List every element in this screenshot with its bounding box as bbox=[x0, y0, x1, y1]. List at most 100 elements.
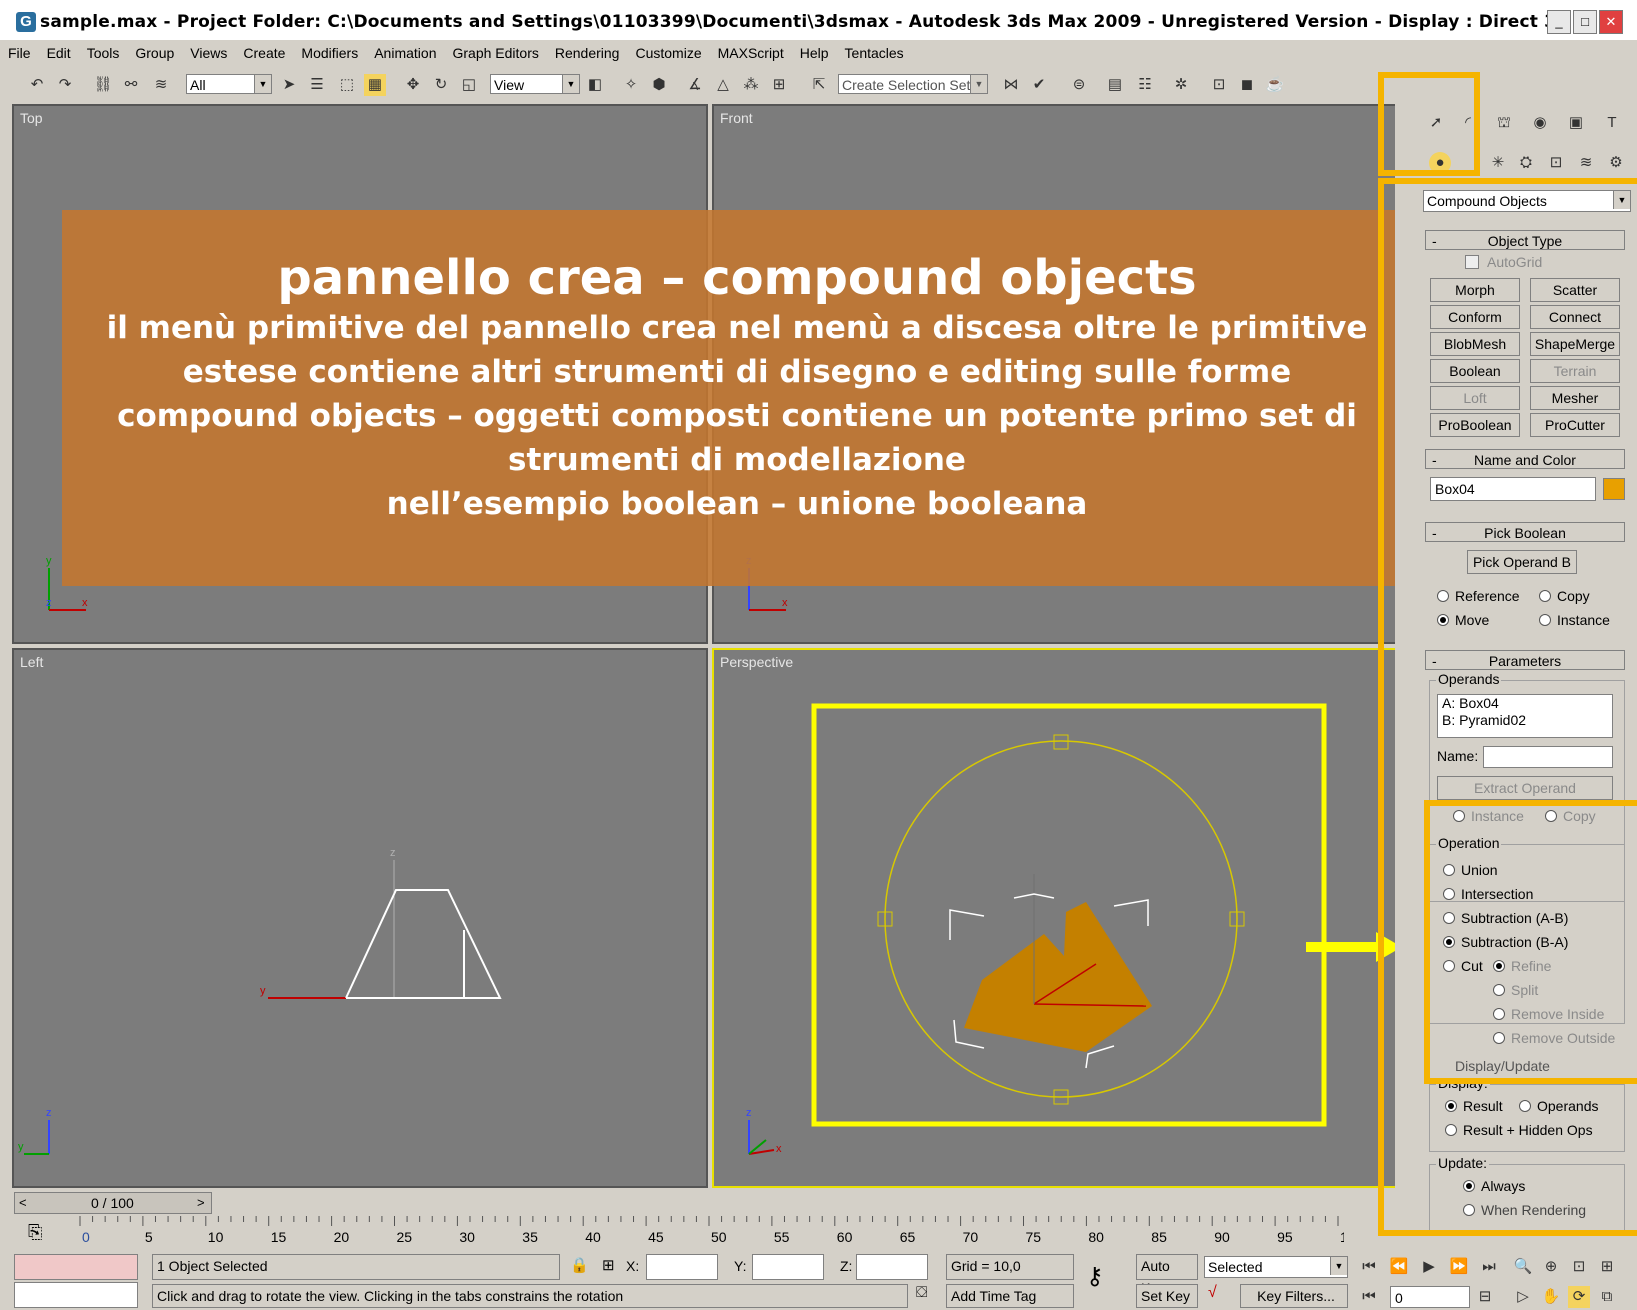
edit-named-selection-icon[interactable]: ⊞ bbox=[768, 74, 790, 96]
selection-set-dropdown[interactable]: Create Selection Set ▼ bbox=[838, 74, 988, 94]
selection-filter-dropdown[interactable]: All ▼ bbox=[186, 74, 272, 94]
cameras-icon[interactable]: ⛭ bbox=[1515, 152, 1537, 174]
orbit-icon[interactable]: ⟳ bbox=[1568, 1286, 1590, 1308]
time-config-icon[interactable]: ⊟ bbox=[1474, 1286, 1496, 1308]
zoom-extents-icon[interactable]: ⊡ bbox=[1568, 1256, 1590, 1278]
align-icon[interactable]: ✔ bbox=[1028, 74, 1050, 96]
next-frame-icon[interactable]: ⏩ bbox=[1448, 1256, 1470, 1278]
x-coordinate-field[interactable] bbox=[646, 1254, 718, 1280]
maxscript-input[interactable] bbox=[14, 1282, 138, 1308]
percent-snap-icon[interactable]: △ bbox=[712, 74, 734, 96]
z-coordinate-field[interactable] bbox=[856, 1254, 928, 1280]
menu-group[interactable]: Group bbox=[127, 40, 182, 66]
layer-manager-icon[interactable]: ⊜ bbox=[1068, 74, 1090, 96]
previous-frame-icon[interactable]: ⏪ bbox=[1388, 1256, 1410, 1278]
menu-rendering[interactable]: Rendering bbox=[547, 40, 628, 66]
rendered-frame-icon[interactable]: ◼ bbox=[1236, 74, 1258, 96]
timeline-tick-label: 30 bbox=[459, 1229, 475, 1245]
maximize-button[interactable]: □ bbox=[1573, 10, 1597, 34]
set-key-button[interactable]: Set Key bbox=[1136, 1284, 1198, 1308]
menu-views[interactable]: Views bbox=[182, 40, 235, 66]
menu-modifiers[interactable]: Modifiers bbox=[293, 40, 366, 66]
systems-icon[interactable]: ⚙ bbox=[1605, 152, 1627, 174]
menu-help[interactable]: Help bbox=[792, 40, 837, 66]
menu-file[interactable]: File bbox=[0, 40, 39, 66]
slider-right-arrow-icon[interactable]: > bbox=[197, 1195, 205, 1210]
maximize-viewport-icon[interactable]: ⧉ bbox=[1596, 1286, 1618, 1308]
y-coordinate-field[interactable] bbox=[752, 1254, 824, 1280]
menu-bar: File Edit Tools Group Views Create Modifiers An… bbox=[0, 40, 1637, 66]
go-to-end-icon[interactable]: ⏭ bbox=[1478, 1256, 1500, 1278]
schematic-view-icon[interactable]: ☷ bbox=[1134, 74, 1156, 96]
menu-customize[interactable]: Customize bbox=[627, 40, 709, 66]
rectangular-selection-icon[interactable]: ⬚ bbox=[336, 74, 358, 96]
minimize-button[interactable]: _ bbox=[1547, 10, 1571, 34]
app-icon[interactable]: G bbox=[16, 12, 36, 32]
helpers-icon[interactable]: ⊡ bbox=[1545, 152, 1567, 174]
field-of-view-icon[interactable]: ▷ bbox=[1512, 1286, 1534, 1308]
track-bar[interactable]: 0 5 10 15 20 25 30 35 40 45 50 55 60 65 70 75 80 85 90 95 10… bbox=[76, 1216, 1364, 1250]
key-icon[interactable]: ⚷ bbox=[1086, 1262, 1104, 1291]
hierarchy-tab-icon[interactable]: ⛫ bbox=[1493, 112, 1515, 134]
add-time-tag-button[interactable]: Add Time Tag bbox=[946, 1284, 1074, 1308]
key-mode-toggle-icon[interactable]: ⏮ bbox=[1358, 1286, 1380, 1308]
menu-tentacles[interactable]: Tentacles bbox=[837, 40, 912, 66]
close-button[interactable]: ✕ bbox=[1599, 10, 1623, 34]
spacewarps-icon[interactable]: ≋ bbox=[1575, 152, 1597, 174]
play-icon[interactable]: ▶ bbox=[1418, 1256, 1440, 1278]
key-filters-button[interactable]: Key Filters... bbox=[1240, 1284, 1348, 1308]
menu-maxscript[interactable]: MAXScript bbox=[710, 40, 792, 66]
menu-create[interactable]: Create bbox=[235, 40, 293, 66]
named-selection-icon[interactable]: ⇱ bbox=[808, 74, 830, 96]
track-bar-icon[interactable]: ⎘ bbox=[28, 1222, 42, 1243]
menu-animation[interactable]: Animation bbox=[366, 40, 444, 66]
zoom-extents-all-icon[interactable]: ⊞ bbox=[1596, 1256, 1618, 1278]
snap-toggle-icon[interactable]: ⬢ bbox=[648, 74, 670, 96]
zoom-all-icon[interactable]: ⊕ bbox=[1540, 1256, 1562, 1278]
mirror-icon[interactable]: ⋈ bbox=[1000, 74, 1022, 96]
slider-left-arrow-icon[interactable]: < bbox=[19, 1195, 27, 1210]
material-editor-icon[interactable]: ✲ bbox=[1170, 74, 1192, 96]
viewport-perspective[interactable]: Perspective z x bbox=[712, 648, 1408, 1188]
absolute-mode-icon[interactable]: ⊞ bbox=[602, 1256, 615, 1274]
pan-icon[interactable]: ✋ bbox=[1540, 1286, 1562, 1308]
viewport-left[interactable]: Left y z z y bbox=[12, 648, 708, 1188]
utilities-tab-icon[interactable]: T bbox=[1601, 112, 1623, 134]
key-tangent-icon[interactable]: √ bbox=[1208, 1284, 1217, 1302]
auto-key-button[interactable]: Auto Key bbox=[1136, 1254, 1198, 1296]
select-object-icon[interactable]: ➤ bbox=[278, 74, 300, 96]
time-tag-icon[interactable]: ⛋ bbox=[916, 1284, 927, 1301]
zoom-icon[interactable]: 🔍 bbox=[1512, 1256, 1534, 1278]
menu-edit[interactable]: Edit bbox=[39, 40, 79, 66]
time-slider[interactable]: < 0 / 100 > bbox=[14, 1192, 212, 1214]
quick-render-icon[interactable]: ☕ bbox=[1264, 74, 1286, 96]
link-icon[interactable]: ⛓ bbox=[92, 74, 114, 96]
go-to-start-icon[interactable]: ⏮ bbox=[1358, 1256, 1380, 1278]
bind-space-warp-icon[interactable]: ≋ bbox=[150, 74, 172, 96]
redo-icon[interactable]: ↷ bbox=[54, 74, 76, 96]
spinner-snap-icon[interactable]: ⁂ bbox=[740, 74, 762, 96]
pivot-center-icon[interactable]: ◧ bbox=[584, 74, 606, 96]
rotate-icon[interactable]: ↻ bbox=[430, 74, 452, 96]
current-frame-field[interactable]: 0 bbox=[1390, 1286, 1470, 1308]
select-manipulate-icon[interactable]: ✧ bbox=[620, 74, 642, 96]
render-setup-icon[interactable]: ⊡ bbox=[1208, 74, 1230, 96]
lock-icon[interactable]: 🔒 bbox=[570, 1256, 589, 1274]
menu-tools[interactable]: Tools bbox=[79, 40, 128, 66]
scale-icon[interactable]: ◱ bbox=[458, 74, 480, 96]
menu-graph-editors[interactable]: Graph Editors bbox=[444, 40, 546, 66]
unlink-icon[interactable]: ⚯ bbox=[120, 74, 142, 96]
undo-icon[interactable]: ↶ bbox=[26, 74, 48, 96]
move-icon[interactable]: ✥ bbox=[402, 74, 424, 96]
window-crossing-icon[interactable]: ▦ bbox=[364, 74, 386, 96]
timeline-tick-label: 40 bbox=[585, 1229, 601, 1245]
display-tab-icon[interactable]: ▣ bbox=[1565, 112, 1587, 134]
key-mode-dropdown[interactable]: Selected ▼ bbox=[1204, 1256, 1348, 1278]
curve-editor-icon[interactable]: ▤ bbox=[1104, 74, 1126, 96]
maxscript-listener[interactable] bbox=[14, 1254, 138, 1280]
reference-coordinate-dropdown[interactable]: View ▼ bbox=[490, 74, 580, 94]
motion-tab-icon[interactable]: ◉ bbox=[1529, 112, 1551, 134]
angle-snap-icon[interactable]: ∡ bbox=[684, 74, 706, 96]
lights-icon[interactable]: ✳ bbox=[1487, 152, 1509, 174]
select-by-name-icon[interactable]: ☰ bbox=[306, 74, 328, 96]
